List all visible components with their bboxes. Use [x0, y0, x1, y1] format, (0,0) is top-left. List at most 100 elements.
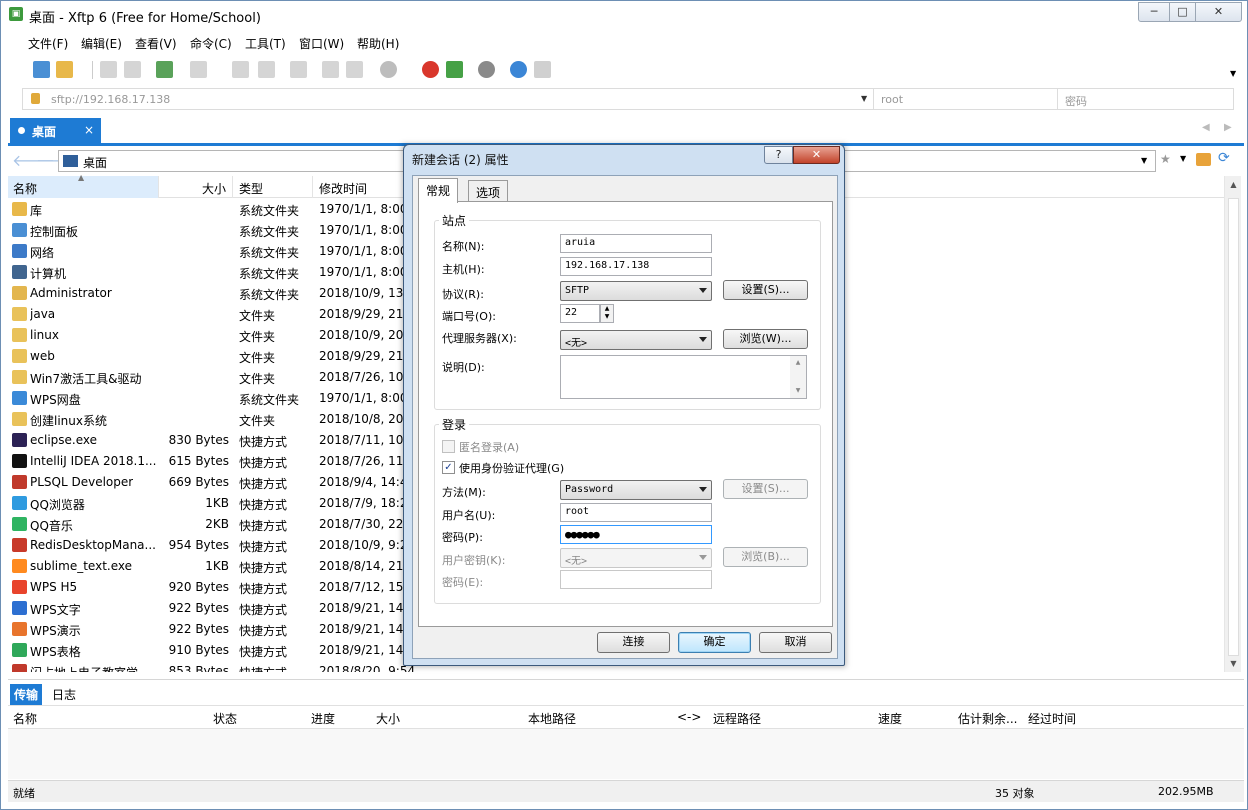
- path-dropdown-icon[interactable]: ▼: [1141, 156, 1147, 165]
- disconnect-icon[interactable]: [124, 61, 141, 78]
- help-icon[interactable]: [510, 61, 527, 78]
- name-input[interactable]: aruia: [560, 234, 712, 253]
- anonymous-login-checkbox[interactable]: [442, 440, 455, 453]
- connect-icon[interactable]: [100, 61, 117, 78]
- chevron-down-icon: [699, 288, 707, 293]
- column-divider[interactable]: [312, 176, 313, 198]
- transfer-icon[interactable]: [190, 61, 207, 78]
- transfer-col-speed[interactable]: 速度: [878, 710, 902, 727]
- file-list-scrollbar[interactable]: ▲ ▼: [1224, 176, 1241, 672]
- transfer-col-eta[interactable]: 估计剩余...: [958, 710, 1017, 727]
- xshell-icon[interactable]: [422, 61, 439, 78]
- host-input[interactable]: sftp://192.168.17.138: [51, 93, 170, 106]
- file-modified: 2018/7/26, 10:: [319, 370, 408, 384]
- chat-icon[interactable]: [534, 61, 551, 78]
- menu-view[interactable]: 查看(V): [135, 35, 177, 52]
- protocol-settings-button[interactable]: 设置(S)...: [723, 280, 808, 300]
- transfer-col-local-path[interactable]: 本地路径: [528, 710, 576, 727]
- proxy-browse-button[interactable]: 浏览(W)...: [723, 329, 808, 349]
- password-input[interactable]: 密码: [1065, 93, 1087, 109]
- file-name: 闪占地上电子教室学: [30, 664, 138, 672]
- connect-button[interactable]: 连接: [597, 632, 670, 653]
- password-field[interactable]: ●●●●●●: [560, 525, 712, 544]
- close-window-button[interactable]: ✕: [1195, 2, 1242, 22]
- transfer-col-status[interactable]: 状态: [213, 710, 237, 727]
- copy-icon[interactable]: [322, 61, 339, 78]
- file-modified: 2018/8/20, 9:54: [319, 664, 416, 672]
- column-name[interactable]: 名称: [13, 180, 37, 197]
- port-input[interactable]: 22: [560, 304, 600, 323]
- file-type: 系统文件夹: [239, 393, 300, 407]
- xftp-icon[interactable]: [446, 61, 463, 78]
- favorite-dropdown-icon[interactable]: ▼: [1180, 154, 1186, 163]
- folder-icon: [12, 328, 27, 342]
- column-type[interactable]: 类型: [239, 180, 263, 197]
- toolbar-overflow-icon[interactable]: ▼: [1230, 69, 1236, 78]
- protocol-select[interactable]: SFTP: [560, 281, 712, 301]
- method-select[interactable]: Password: [560, 480, 712, 500]
- column-divider[interactable]: [158, 176, 159, 198]
- tab-log[interactable]: 日志: [48, 684, 80, 705]
- gear-icon[interactable]: [478, 61, 495, 78]
- file-name: QQ音乐: [30, 519, 73, 533]
- sync-icon[interactable]: [290, 61, 307, 78]
- home-icon[interactable]: [1196, 153, 1211, 166]
- tab-options[interactable]: 选项: [468, 180, 509, 202]
- username-field[interactable]: root: [560, 503, 712, 522]
- column-size[interactable]: 大小: [202, 180, 226, 197]
- download-icon[interactable]: [258, 61, 275, 78]
- dialog-close-button[interactable]: ✕: [793, 146, 840, 164]
- paste-icon[interactable]: [346, 61, 363, 78]
- menu-edit[interactable]: 编辑(E): [81, 35, 122, 52]
- new-session-icon[interactable]: [33, 61, 50, 78]
- host-dropdown-icon[interactable]: ▼: [861, 94, 867, 103]
- transfer-col-name[interactable]: 名称: [13, 710, 37, 727]
- upload-icon[interactable]: [232, 61, 249, 78]
- description-scrollbar[interactable]: ▲ ▼: [790, 356, 806, 398]
- menu-help[interactable]: 帮助(H): [357, 35, 399, 52]
- transfer-col-size[interactable]: 大小: [376, 710, 400, 727]
- menu-file[interactable]: 文件(F): [28, 35, 68, 52]
- transfer-col-direction[interactable]: <->: [677, 710, 701, 724]
- tab-next-icon[interactable]: ▶: [1224, 122, 1232, 133]
- username-input[interactable]: root: [881, 93, 903, 106]
- file-modified: 2018/9/21, 14:: [319, 601, 408, 615]
- passphrase-field[interactable]: [560, 570, 712, 589]
- transfer-col-remote-path[interactable]: 远程路径: [713, 710, 761, 727]
- file-modified: 2018/9/21, 14:: [319, 643, 408, 657]
- maximize-button[interactable]: □: [1169, 2, 1196, 22]
- method-settings-button[interactable]: 设置(S)...: [723, 479, 808, 499]
- scroll-thumb[interactable]: [1228, 198, 1239, 656]
- cancel-button[interactable]: 取消: [759, 632, 832, 653]
- port-spinner[interactable]: ▲ ▼: [600, 304, 614, 323]
- session-manager-icon[interactable]: [156, 61, 173, 78]
- menu-tools[interactable]: 工具(T): [245, 35, 286, 52]
- tab-close-button[interactable]: ×: [84, 123, 94, 137]
- description-textarea[interactable]: ▲ ▼: [560, 355, 807, 399]
- ok-button[interactable]: 确定: [678, 632, 751, 653]
- refresh-icon[interactable]: ⟳: [1218, 150, 1230, 166]
- scroll-down-icon[interactable]: ▼: [1225, 655, 1242, 672]
- transfer-col-progress[interactable]: 进度: [311, 710, 335, 727]
- tab-desktop[interactable]: 桌面 ×: [10, 118, 101, 144]
- dialog-help-button[interactable]: ?: [764, 146, 793, 164]
- minimize-button[interactable]: ─: [1138, 2, 1170, 22]
- auth-agent-checkbox[interactable]: ✓: [442, 461, 455, 474]
- favorite-star-icon[interactable]: ★: [1160, 152, 1171, 166]
- proxy-select[interactable]: <无>: [560, 330, 712, 350]
- scroll-up-icon[interactable]: ▲: [1225, 176, 1242, 193]
- host-field[interactable]: 192.168.17.138: [560, 257, 712, 276]
- user-key-browse-button[interactable]: 浏览(B)...: [723, 547, 808, 567]
- column-divider[interactable]: [232, 176, 233, 198]
- anonymous-login-label: 匿名登录(A): [459, 441, 520, 454]
- user-key-select[interactable]: <无>: [560, 548, 712, 568]
- tab-general[interactable]: 常规: [418, 178, 459, 203]
- tab-transfer[interactable]: 传输: [10, 684, 43, 705]
- column-modified[interactable]: 修改时间: [319, 180, 367, 197]
- transfer-col-elapsed[interactable]: 经过时间: [1028, 710, 1076, 727]
- menu-window[interactable]: 窗口(W): [299, 35, 344, 52]
- open-folder-icon[interactable]: [56, 61, 73, 78]
- menu-command[interactable]: 命令(C): [190, 35, 232, 52]
- globe-icon[interactable]: [380, 61, 397, 78]
- tab-prev-icon[interactable]: ◀: [1202, 122, 1210, 133]
